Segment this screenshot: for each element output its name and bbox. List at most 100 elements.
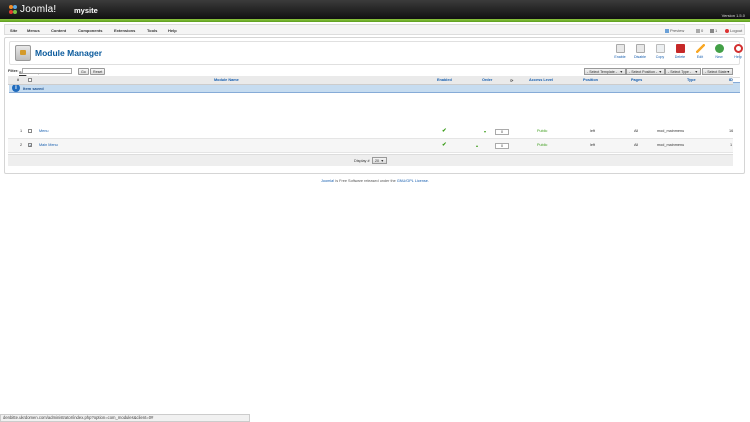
- access-level-link[interactable]: Public: [537, 129, 547, 133]
- display-limit-select[interactable]: 20 ▼: [372, 157, 387, 164]
- menu-tools[interactable]: Tools: [147, 28, 157, 33]
- enabled-check-icon[interactable]: ✔: [442, 128, 447, 134]
- filter-input[interactable]: [22, 68, 72, 74]
- filter-bar: Filter: Go Reset - Select Template - ▼ - …: [8, 67, 733, 75]
- pages-value: All: [634, 143, 639, 147]
- select-type-label: - Select Type -: [668, 69, 692, 74]
- chevron-down-icon: ▼: [726, 69, 730, 74]
- id-value: 1: [730, 143, 733, 147]
- module-name-link[interactable]: Main Menu: [39, 143, 58, 147]
- col-num: #: [17, 78, 20, 82]
- col-position[interactable]: Position: [583, 78, 598, 82]
- joomla-link[interactable]: Joomla!: [321, 179, 334, 183]
- top-header-bar: Joomla! mysite Version 1.5.0: [0, 0, 750, 19]
- display-limit-value: 20: [375, 159, 379, 163]
- move-up-arrow-icon[interactable]: ▴: [476, 143, 478, 148]
- save-order-icon[interactable]: ⟳: [510, 78, 513, 83]
- license-link[interactable]: GNU/GPL License.: [397, 179, 429, 183]
- menu-help[interactable]: Help: [168, 28, 177, 33]
- users-icon: [710, 28, 714, 33]
- select-template-label: - Select Template -: [587, 69, 617, 74]
- order-input[interactable]: 0: [495, 142, 509, 149]
- help-icon: [733, 44, 743, 53]
- toolbar-copy-button[interactable]: Copy: [652, 44, 668, 64]
- toolbar-box: Module Manager Enable Disable Copy Delet…: [9, 41, 743, 65]
- new-icon: [714, 44, 724, 53]
- id-value: 16: [729, 129, 734, 133]
- users-count-label: 1: [715, 28, 718, 33]
- toolbar-edit-button[interactable]: Edit: [692, 44, 708, 64]
- edit-icon: [695, 44, 705, 53]
- users-count[interactable]: 1: [710, 28, 717, 33]
- logout-icon: [725, 28, 729, 33]
- logout-label: Logout: [730, 28, 743, 33]
- filter-label: Filter:: [8, 69, 19, 73]
- table-footer: Display # 20 ▼: [8, 154, 733, 166]
- menu-content[interactable]: Content: [51, 28, 66, 33]
- toolbar-help-button[interactable]: Help: [730, 44, 746, 64]
- menu-components[interactable]: Components: [78, 28, 102, 33]
- col-access-level[interactable]: Access Level: [529, 78, 553, 82]
- col-enabled[interactable]: Enabled: [437, 78, 452, 82]
- select-state[interactable]: - Select State - ▼: [702, 67, 733, 75]
- copy-icon: [655, 44, 665, 53]
- table-header: # Module Name Enabled Order ⟳ Access Lev…: [8, 76, 733, 85]
- footer-note: Joomla! is Free Software released under …: [0, 179, 750, 183]
- col-id[interactable]: ID: [729, 78, 733, 82]
- chevron-down-icon: ▼: [380, 159, 384, 163]
- select-template[interactable]: - Select Template - ▼: [584, 67, 626, 75]
- menu-site[interactable]: Site: [10, 28, 17, 33]
- toolbar-enable-button[interactable]: Enable: [612, 44, 628, 64]
- toolbar-new-button[interactable]: New: [711, 44, 727, 64]
- table-row: 1 Menu ✔ ▾ 0 Public left All mod_mainmen…: [8, 125, 733, 139]
- enable-icon: [615, 44, 625, 53]
- order-input[interactable]: 0: [495, 128, 509, 135]
- messages-count[interactable]: 0: [696, 28, 703, 33]
- select-position-label: - Select Position -: [629, 69, 658, 74]
- enabled-check-icon[interactable]: ✔: [442, 142, 447, 148]
- filter-go-button[interactable]: Go: [78, 67, 89, 75]
- logout-link[interactable]: Logout: [725, 28, 742, 33]
- toolbar-enable-label: Enable: [614, 55, 626, 59]
- toolbar-help-label: Help: [734, 55, 742, 59]
- toolbar-new-label: New: [715, 55, 723, 59]
- toolbar-copy-label: Copy: [655, 55, 665, 59]
- footer-text: is Free Software released under the: [334, 179, 397, 183]
- version-label: Version 1.5.0: [721, 13, 745, 18]
- row-checkbox-checked[interactable]: ✓: [28, 143, 32, 148]
- module-name-link[interactable]: Menu: [39, 129, 49, 133]
- col-order[interactable]: Order: [482, 78, 492, 82]
- page-title: Module Manager: [35, 48, 103, 58]
- col-module-name[interactable]: Module Name: [214, 78, 239, 82]
- disable-icon: [635, 44, 645, 53]
- pages-value: All: [634, 129, 639, 133]
- menu-extensions[interactable]: Extensions: [114, 28, 135, 33]
- select-all-checkbox[interactable]: [28, 78, 32, 82]
- access-level-link[interactable]: Public: [537, 143, 547, 147]
- logo-text: Joomla!: [20, 4, 57, 15]
- col-pages[interactable]: Pages: [631, 78, 642, 82]
- row-number: 1: [20, 129, 23, 133]
- joomla-logo-icon: [9, 5, 17, 14]
- toolbar-delete-label: Delete: [674, 55, 686, 59]
- table-row: 2 ✓ Main Menu ✔ ▴ 0 Public left All mod_…: [8, 139, 733, 153]
- toolbar-disable-button[interactable]: Disable: [632, 44, 648, 64]
- select-position[interactable]: - Select Position - ▼: [626, 67, 665, 75]
- messages-count-label: 0: [701, 28, 704, 33]
- chevron-down-icon: ▼: [694, 69, 698, 74]
- col-type[interactable]: Type: [687, 78, 696, 82]
- toolbar-disable-label: Disable: [634, 55, 646, 59]
- row-number: 2: [20, 143, 23, 147]
- position-value: left: [590, 129, 596, 133]
- preview-link[interactable]: Preview: [665, 28, 684, 33]
- module-manager-icon: [15, 45, 31, 61]
- menu-menus[interactable]: Menus: [27, 28, 40, 33]
- header-accent-line: [0, 19, 750, 22]
- toolbar-delete-button[interactable]: Delete: [672, 44, 688, 64]
- row-checkbox[interactable]: [28, 129, 32, 133]
- chevron-down-icon: ▼: [619, 69, 623, 74]
- toolbar-edit-label: Edit: [696, 55, 704, 59]
- move-down-arrow-icon[interactable]: ▾: [484, 129, 486, 134]
- select-type[interactable]: - Select Type - ▼: [665, 67, 701, 75]
- filter-reset-button[interactable]: Reset: [90, 67, 106, 75]
